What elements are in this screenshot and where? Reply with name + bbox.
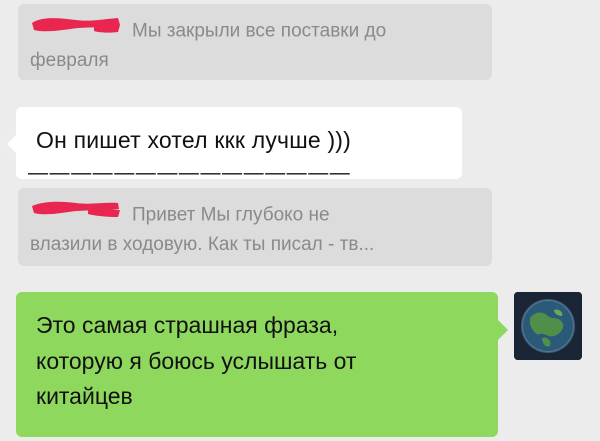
- quoted-message-2-text: Привет Мы глубоко не влазили в ходовую. …: [30, 200, 482, 258]
- quoted-message-2-line2: влазили в ходовую. Как ты писал - тв...: [30, 233, 375, 255]
- redacted-name-icon: [30, 16, 122, 45]
- avatar[interactable]: [514, 292, 582, 360]
- underline-dashes: — — — — — — — — — — — — — — —: [28, 162, 350, 184]
- incoming-message-text: Он пишет хотел ккк лучше ))): [36, 127, 352, 153]
- quoted-message-2[interactable]: Привет Мы глубоко не влазили в ходовую. …: [18, 188, 492, 266]
- incoming-message[interactable]: Он пишет хотел ккк лучше ))) — — — — — —…: [7, 107, 462, 183]
- redacted-name-icon: [30, 200, 122, 229]
- chat-window: Мы закрыли все поставки до февраля Он пи…: [0, 0, 600, 441]
- outgoing-message-line1: Это самая страшная фраза,: [36, 312, 339, 338]
- earth-avatar-icon: [514, 292, 582, 360]
- outgoing-message[interactable]: Это самая страшная фраза, которую я боюс…: [16, 292, 508, 437]
- quoted-message-1-line2: февраля: [30, 49, 109, 71]
- quoted-message-1-line1: Мы закрыли все поставки до: [132, 20, 387, 42]
- outgoing-message-text: Это самая страшная фраза, которую я боюс…: [36, 308, 476, 415]
- outgoing-message-line2: которую я боюсь услышать от: [36, 347, 357, 374]
- quoted-message-1-text: Мы закрыли все поставки до февраля: [30, 16, 482, 74]
- quoted-message-2-line1: Привет Мы глубоко не: [132, 204, 330, 226]
- quoted-message-1[interactable]: Мы закрыли все поставки до февраля: [18, 4, 492, 80]
- outgoing-message-line3: китайцев: [36, 383, 133, 410]
